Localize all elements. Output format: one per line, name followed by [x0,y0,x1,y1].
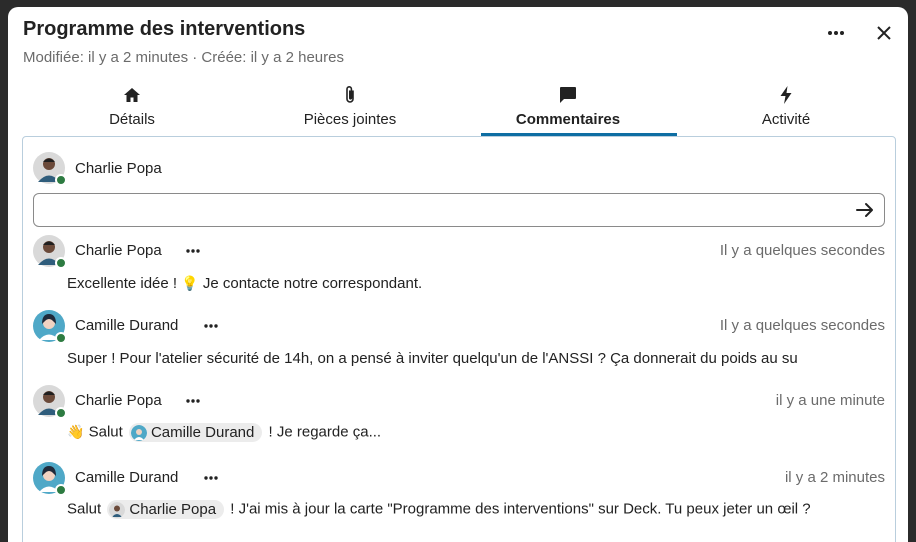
comment-actions-button[interactable] [199,468,223,488]
comment-text-part: Salut [84,423,127,441]
close-button[interactable] [872,21,896,45]
comment-actions-button[interactable] [199,316,223,336]
comment-text-part: Salut [67,500,106,518]
comment-text-part: ! Je regarde ça... [264,423,382,441]
comment-text: Salut Charlie Popa ! J'ai mis à jour la … [67,500,811,519]
tab-label: Détails [109,111,155,128]
paperclip-icon [343,84,357,106]
comment-author: Camille Durand [75,317,179,334]
more-icon [186,249,200,253]
avatar [33,385,67,419]
comment-icon [559,84,577,106]
mention-name: Camille Durand [150,424,255,441]
close-icon [877,26,891,40]
card-details-modal: Programme des interventions Modifiée: il… [8,7,908,542]
comment-text-part: ! J'ai mis à jour la carte "Programme de… [226,500,811,518]
user-mention[interactable]: Camille Durand [128,423,263,442]
comment-text-part: Excellente idée ! [67,275,182,292]
more-icon [186,399,200,403]
comment-text: 👋 Salut Camille Durand ! Je regarde ça..… [67,423,381,442]
avatar [33,235,67,269]
wave-emoji: 👋 [67,424,85,441]
user-avatar-icon [109,501,126,518]
tab-bar: Détails Pièces jointes Commentaires Acti… [23,81,895,137]
online-status [55,257,67,269]
card-subtitle: Modifiée: il y a 2 minutes · Créée: il y… [23,49,344,66]
more-icon [828,31,844,35]
comment-timestamp: Il y a quelques secondes [719,317,885,334]
arrow-right-icon [856,203,873,217]
avatar [33,152,67,186]
more-actions-button[interactable] [824,21,848,45]
composer-author: Charlie Popa [75,160,162,177]
tab-label: Activité [761,111,811,128]
comment-timestamp: il y a une minute [775,392,885,409]
comment-text: Excellente idée ! 💡 Je contacte notre co… [67,275,422,292]
online-status [55,174,67,186]
avatar [33,310,67,344]
user-mention[interactable]: Charlie Popa [107,500,225,519]
comment-timestamp: Il y a quelques secondes [719,242,885,259]
comment-text-part: Je contacte notre correspondant. [198,275,423,292]
comments-panel: Charlie Popa Charlie Popa Il y a quelque… [22,136,896,542]
tab-attachments[interactable]: Pièces jointes [241,81,459,137]
comment-input[interactable] [33,193,885,227]
home-icon [123,84,141,106]
comment-timestamp: il y a 2 minutes [784,469,885,486]
comment-author: Camille Durand [75,469,179,486]
mention-name: Charlie Popa [129,501,217,518]
comment-author: Charlie Popa [75,242,162,259]
user-avatar-icon [130,424,147,441]
comment-author: Charlie Popa [75,392,162,409]
more-icon [204,324,218,328]
send-button[interactable] [854,199,876,221]
lightbulb-emoji: 💡 [181,276,199,292]
lightning-icon [780,84,792,106]
avatar [33,462,67,496]
page-title: Programme des interventions [23,18,306,40]
online-status [55,484,67,496]
tab-comments[interactable]: Commentaires [459,81,677,137]
online-status [55,332,67,344]
comment-text: Super ! Pour l'atelier sécurité de 14h, … [67,350,798,367]
online-status [55,407,67,419]
more-icon [204,476,218,480]
comment-actions-button[interactable] [181,391,205,411]
tab-label: Pièces jointes [303,111,397,128]
comment-actions-button[interactable] [181,241,205,261]
tab-label: Commentaires [515,111,621,128]
tab-details[interactable]: Détails [23,81,241,137]
tab-activity[interactable]: Activité [677,81,895,137]
